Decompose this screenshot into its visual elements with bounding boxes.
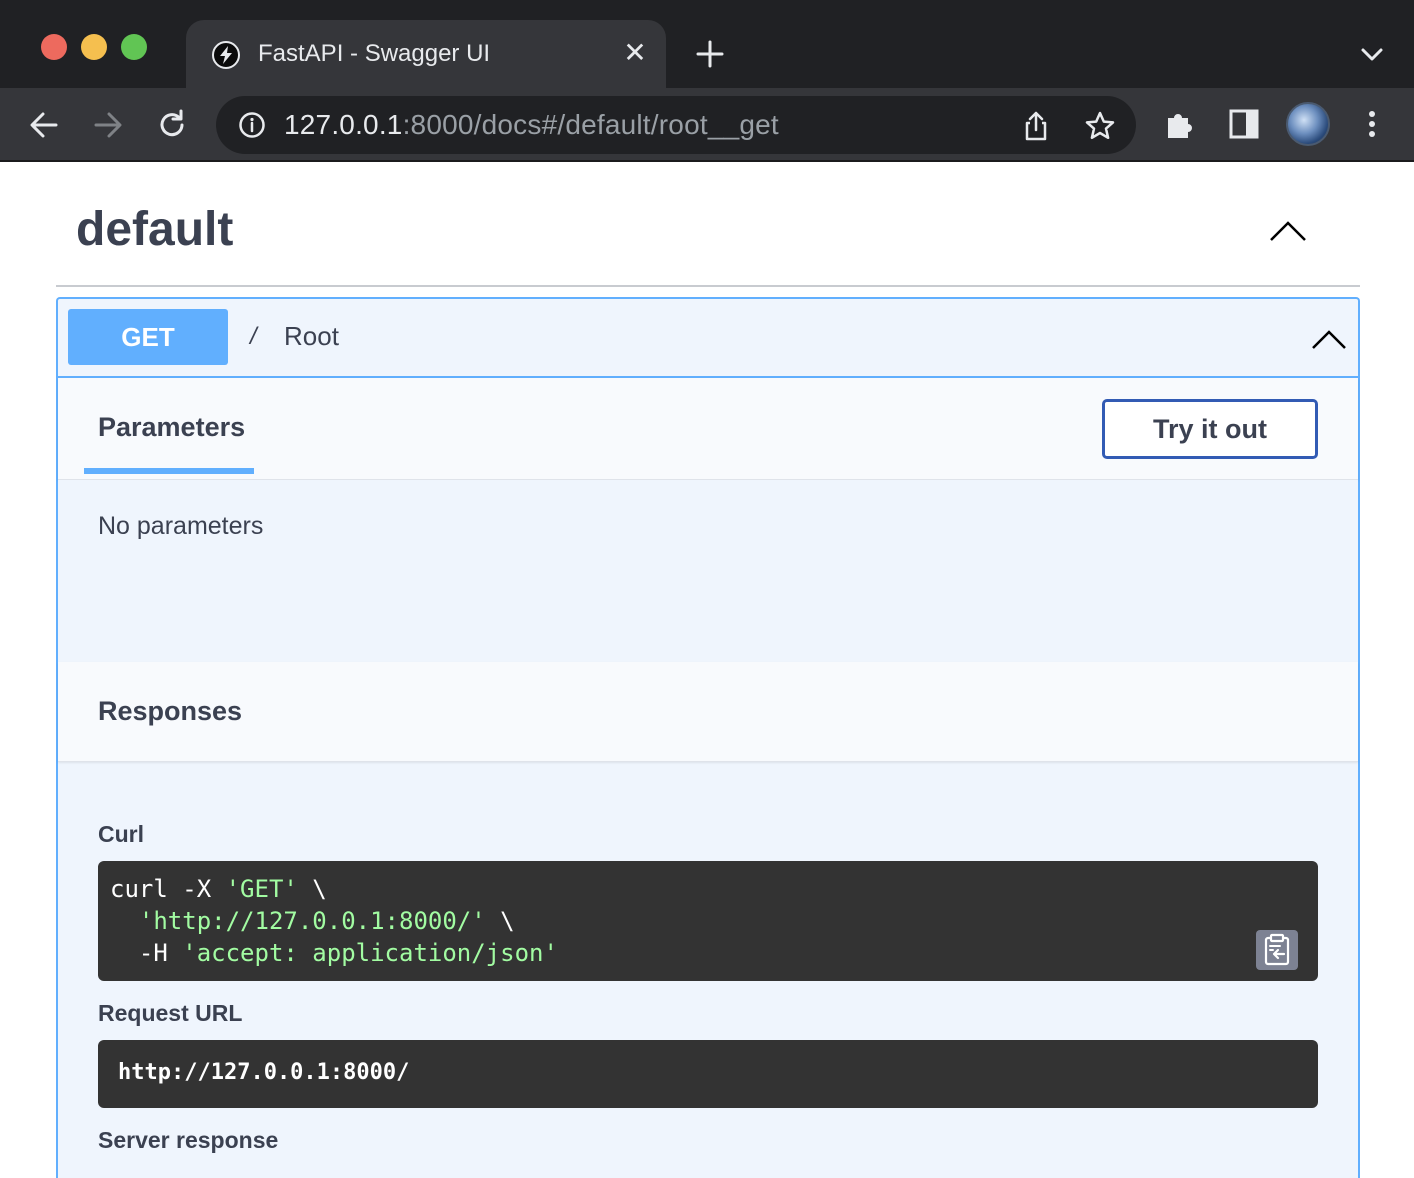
curl-string: 'GET'	[225, 875, 298, 903]
tag-section-title[interactable]: default	[76, 202, 233, 257]
section-divider	[56, 285, 1360, 287]
copy-to-clipboard-icon[interactable]	[1256, 930, 1298, 970]
curl-token: \	[297, 875, 327, 903]
operation-block-get-root: GET / Root Parameters Try it out No para…	[56, 297, 1360, 1178]
operation-summary-text: Root	[284, 321, 339, 351]
curl-token: \	[485, 907, 515, 935]
window-minimize-button[interactable]	[81, 34, 107, 60]
url-path: :8000/docs#/default/root__get	[402, 109, 779, 140]
curl-string: 'accept: application/json'	[182, 939, 558, 967]
browser-tab-active[interactable]: FastAPI - Swagger UI ✕	[186, 20, 666, 88]
request-url-label: Request URL	[98, 1000, 243, 1026]
operation-path: /	[250, 323, 257, 350]
site-info-icon[interactable]	[238, 111, 266, 139]
forward-arrow-icon[interactable]	[88, 105, 128, 145]
reload-icon[interactable]	[152, 105, 192, 145]
responses-header: Responses	[58, 662, 1358, 762]
window-close-button[interactable]	[41, 34, 67, 60]
try-it-out-button[interactable]: Try it out	[1102, 399, 1318, 459]
parameters-header: Parameters Try it out	[58, 378, 1358, 480]
curl-token: -H	[110, 939, 183, 967]
share-icon[interactable]	[1020, 110, 1052, 142]
curl-line: 'http://127.0.0.1:8000/' \	[110, 905, 1306, 937]
fastapi-favicon-icon	[212, 41, 240, 69]
operation-summary[interactable]: GET / Root	[58, 299, 1358, 378]
request-url-block: http://127.0.0.1:8000/	[98, 1040, 1318, 1108]
curl-code-block: curl -X 'GET' \ 'http://127.0.0.1:8000/'…	[98, 861, 1318, 981]
http-method-badge: GET	[68, 309, 228, 365]
new-tab-icon[interactable]	[692, 36, 728, 72]
curl-line: curl -X 'GET' \	[110, 873, 1306, 905]
curl-token	[110, 907, 139, 935]
curl-token: curl -X	[110, 875, 226, 903]
collapse-section-chevron-icon[interactable]	[1268, 218, 1308, 244]
no-parameters-text: No parameters	[98, 512, 264, 540]
tab-active-indicator	[84, 468, 254, 474]
profile-avatar[interactable]	[1286, 102, 1330, 146]
url-text[interactable]: 127.0.0.1:8000/docs#/default/root__get	[284, 109, 779, 141]
back-arrow-icon[interactable]	[24, 105, 64, 145]
url-host: 127.0.0.1	[284, 109, 403, 140]
bookmark-star-icon[interactable]	[1084, 110, 1116, 142]
curl-line: -H 'accept: application/json'	[110, 937, 1306, 969]
curl-label: Curl	[98, 821, 144, 847]
tab-parameters[interactable]: Parameters	[98, 412, 245, 443]
curl-string: 'http://127.0.0.1:8000/'	[138, 907, 486, 935]
side-panel-icon[interactable]	[1226, 106, 1262, 142]
parameters-body: No parameters	[58, 480, 1358, 662]
browser-chrome: FastAPI - Swagger UI ✕ 127.0.0.1:8000/do…	[0, 0, 1414, 162]
tab-search-chevron-icon[interactable]	[1356, 40, 1388, 68]
window-zoom-button[interactable]	[121, 34, 147, 60]
tab-title: FastAPI - Swagger UI	[258, 40, 491, 67]
tab-close-icon[interactable]: ✕	[620, 38, 650, 68]
browser-toolbar: 127.0.0.1:8000/docs#/default/root__get	[0, 88, 1414, 162]
collapse-operation-chevron-icon[interactable]	[1310, 327, 1348, 351]
responses-title: Responses	[98, 696, 243, 726]
tab-strip: FastAPI - Swagger UI ✕	[0, 0, 1414, 88]
server-response-label: Server response	[98, 1127, 279, 1153]
swagger-page: default GET / Root Parameters Try it out…	[0, 162, 1414, 1178]
more-menu-icon[interactable]	[1354, 106, 1390, 142]
extensions-puzzle-icon[interactable]	[1162, 106, 1198, 142]
address-bar[interactable]: 127.0.0.1:8000/docs#/default/root__get	[216, 96, 1136, 154]
